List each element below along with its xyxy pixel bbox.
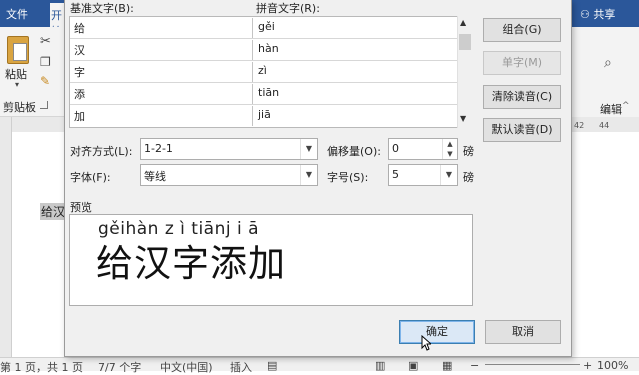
font-select[interactable]: 等线 ▼ [140, 164, 318, 186]
vertical-ruler [0, 117, 12, 357]
group-button[interactable]: 组合(G) [483, 18, 561, 42]
status-bar: 第 1 页，共 1 页 7/7 个字 中文(中国) 插入 ▤ ▥ ▣ ▦ − +… [0, 357, 639, 374]
offset-value: 0 [392, 142, 399, 155]
offset-label: 偏移量(O): [327, 145, 381, 158]
ruby-text-cell[interactable]: hàn [256, 40, 454, 60]
scroll-up-icon[interactable]: ▲ [460, 18, 466, 27]
share-label: 共享 [593, 8, 616, 21]
find-icon[interactable]: ⌕ [604, 55, 612, 71]
base-text-cell[interactable]: 给 [71, 18, 253, 38]
ruby-text-cell[interactable]: zì [256, 62, 454, 82]
zoom-out-icon[interactable]: − [470, 359, 479, 372]
tab-file[interactable]: 文件 [6, 6, 28, 22]
mouse-pointer-icon [421, 335, 431, 351]
single-char-button[interactable]: 单字(M) [483, 51, 561, 75]
grid-row: 给 gěi [70, 17, 458, 39]
spin-down-icon[interactable]: ▼ [442, 149, 457, 159]
ruby-text-cell[interactable]: gěi [256, 18, 454, 38]
base-text-column-label: 基准文字(B): [70, 2, 134, 15]
base-text-cell[interactable]: 添 [71, 84, 253, 104]
cancel-button[interactable]: 取消 [485, 320, 561, 344]
ruler-number: 42 [574, 121, 585, 130]
grid-row: 加 jiā [70, 105, 458, 127]
grid-row: 汉 hàn [70, 39, 458, 61]
status-insert[interactable]: 插入 [230, 359, 252, 375]
format-painter-icon[interactable]: ✎ [40, 74, 50, 88]
share-button[interactable]: ⚇ 共享 [580, 6, 615, 22]
base-text-cell[interactable]: 汉 [71, 40, 253, 60]
preview-base-text: 给汉字添加 [96, 242, 286, 285]
scroll-down-icon[interactable]: ▼ [460, 114, 466, 123]
ruby-text-cell[interactable]: jiā [256, 106, 454, 126]
grid-row: 字 zì [70, 61, 458, 83]
alignment-value: 1-2-1 [144, 142, 173, 155]
font-value: 等线 [144, 170, 166, 183]
status-page[interactable]: 第 1 页，共 1 页 [0, 359, 83, 375]
zoom-slider[interactable] [485, 364, 580, 365]
alignment-label: 对齐方式(L): [70, 145, 133, 158]
collapse-ribbon-icon[interactable]: ^ [622, 101, 630, 111]
offset-spinner[interactable]: 0 ▲ ▼ [388, 138, 458, 160]
clipboard-group-label: 剪贴板 [3, 101, 36, 114]
ruler-number: 44 [599, 121, 610, 130]
scrollbar-thumb[interactable] [459, 34, 471, 50]
copy-icon[interactable]: ❐ [40, 55, 51, 69]
offset-unit: 磅 [463, 145, 474, 158]
default-ruby-button[interactable]: 默认读音(D) [483, 118, 561, 142]
macro-icon[interactable]: ▤ [267, 359, 277, 372]
cut-icon[interactable]: ✂ [40, 34, 51, 49]
grid-scrollbar[interactable] [457, 16, 472, 128]
size-unit: 磅 [463, 171, 474, 184]
zoom-level[interactable]: 100% [597, 359, 628, 372]
person-add-icon: ⚇ [580, 8, 594, 21]
size-label: 字号(S): [327, 171, 369, 184]
status-words[interactable]: 7/7 个字 [98, 359, 141, 375]
base-text-cell[interactable]: 字 [71, 62, 253, 82]
print-layout-icon[interactable]: ▣ [408, 359, 418, 372]
preview-label: 预览 [70, 201, 92, 214]
clear-ruby-button[interactable]: 清除读音(C) [483, 85, 561, 109]
clipboard-launcher-icon[interactable] [40, 101, 48, 109]
ruby-text-cell[interactable]: tiān [256, 84, 454, 104]
size-select[interactable]: 5 ▼ [388, 164, 458, 186]
font-label: 字体(F): [70, 171, 111, 184]
editing-group-label[interactable]: 编辑 [600, 101, 622, 117]
chevron-down-icon[interactable]: ▼ [440, 165, 457, 185]
alignment-select[interactable]: 1-2-1 ▼ [140, 138, 318, 160]
read-mode-icon[interactable]: ▥ [375, 359, 385, 372]
web-layout-icon[interactable]: ▦ [442, 359, 452, 372]
grid-row: 添 tiān [70, 83, 458, 105]
ok-button[interactable]: 确定 [399, 320, 475, 344]
chevron-down-icon[interactable]: ▼ [300, 139, 317, 159]
preview-box: gěihàn z ì tiānj i ā 给汉字添加 [69, 214, 473, 306]
ruby-text-column-label: 拼音文字(R): [256, 2, 320, 15]
document-selected-text[interactable]: 给汉 [40, 203, 67, 220]
size-value: 5 [392, 168, 399, 181]
zoom-in-icon[interactable]: + [583, 359, 592, 372]
paste-dropdown-icon[interactable]: ▾ [15, 80, 19, 89]
paste-icon[interactable] [7, 36, 29, 64]
status-language[interactable]: 中文(中国) [160, 359, 213, 375]
ruby-grid: 给 gěi 汉 hàn 字 zì 添 tiān 加 jiā [69, 16, 472, 128]
spin-up-icon[interactable]: ▲ [442, 139, 457, 149]
chevron-down-icon[interactable]: ▼ [300, 165, 317, 185]
base-text-cell[interactable]: 加 [71, 106, 253, 126]
